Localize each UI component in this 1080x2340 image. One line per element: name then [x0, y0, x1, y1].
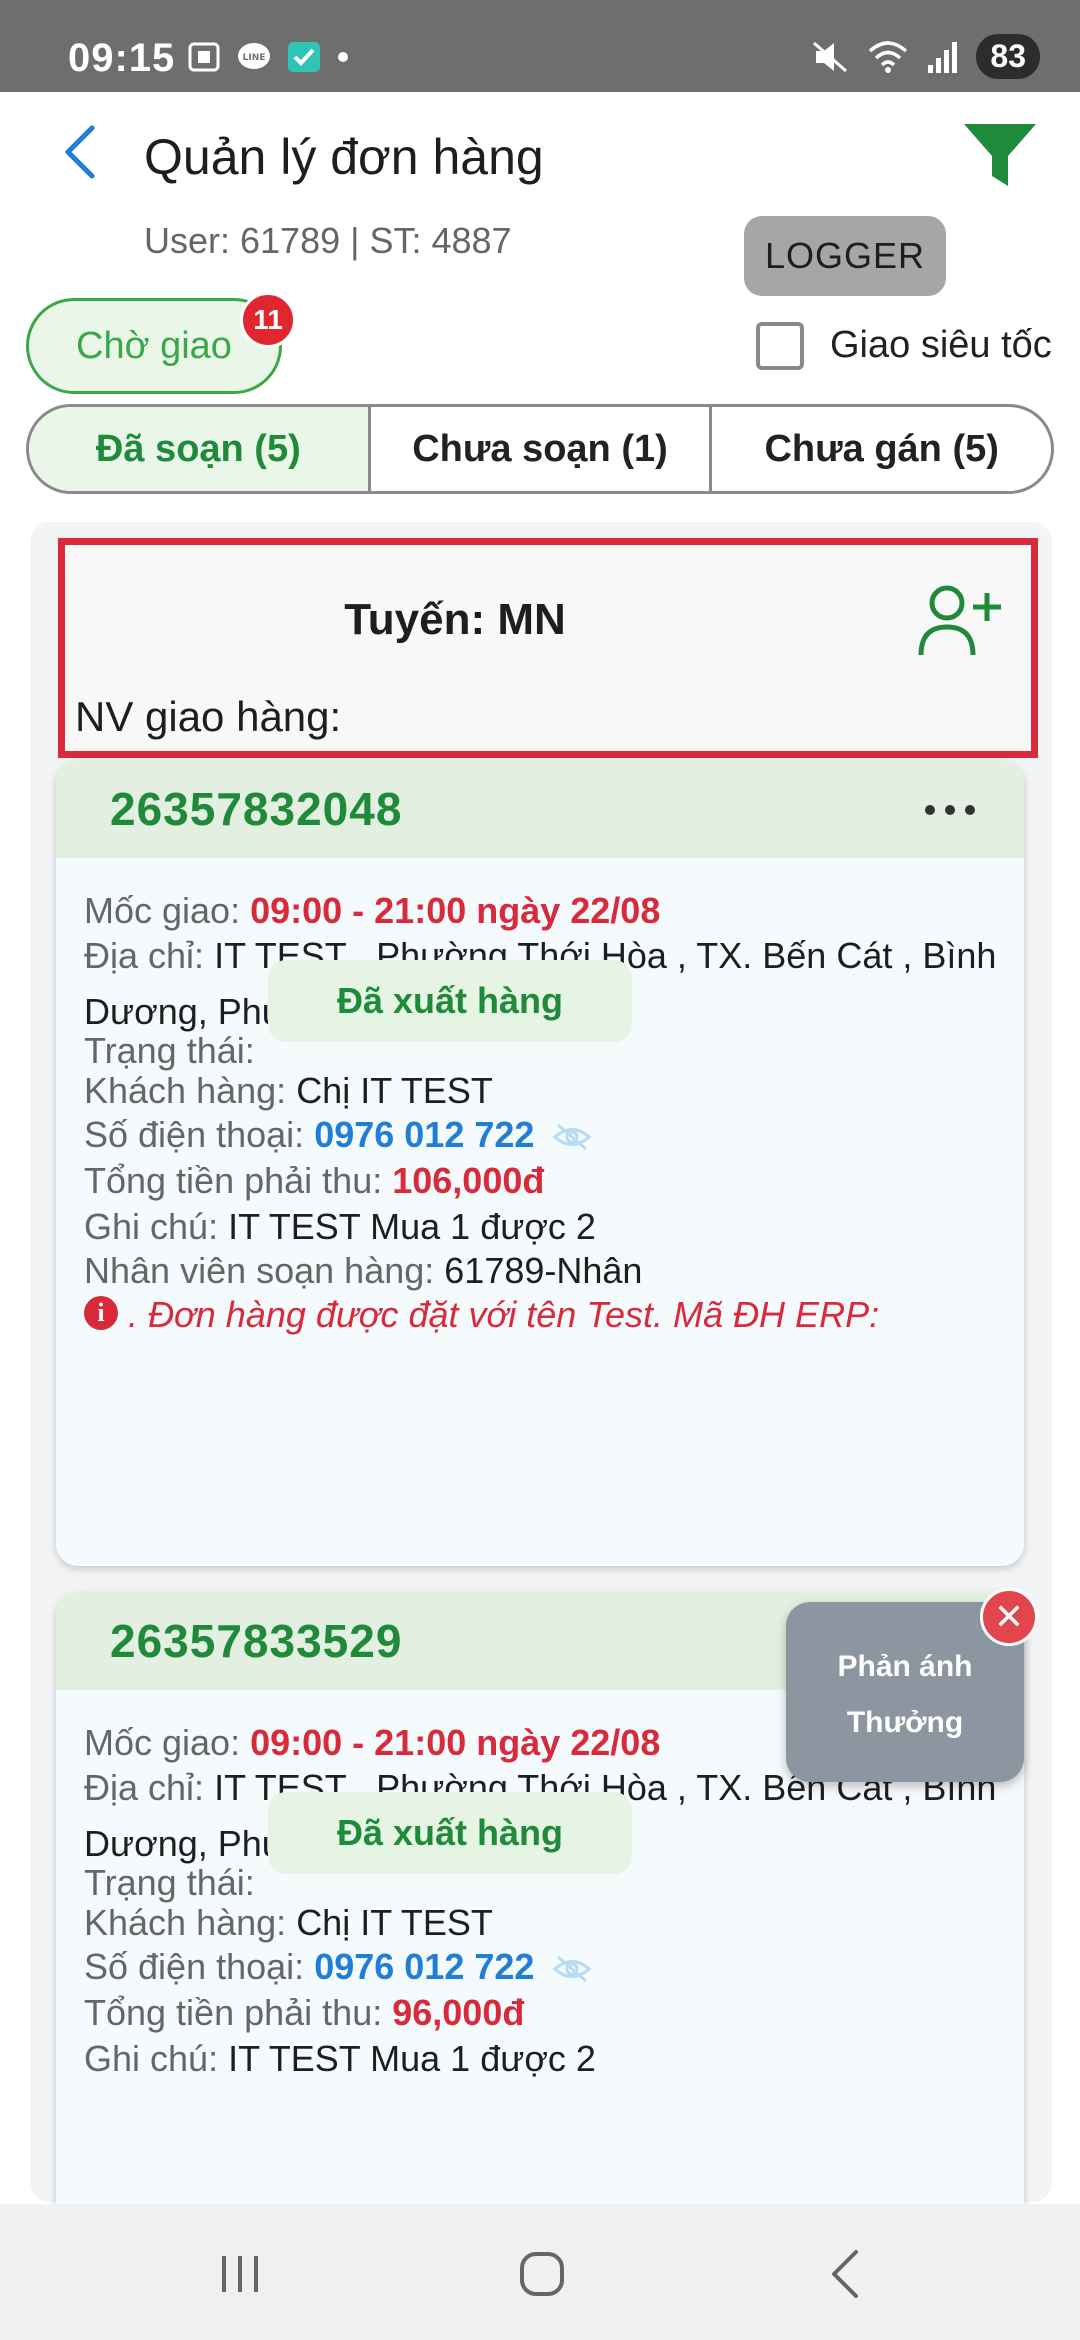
tab-chua-soan[interactable]: Chưa soạn (1) — [371, 407, 713, 491]
phone-number[interactable]: 0976 012 722 — [314, 1114, 534, 1155]
route-title: Tuyến: MN — [344, 595, 566, 644]
back-nav-icon[interactable] — [806, 2234, 886, 2314]
cho-giao-label: Chờ giao — [76, 324, 232, 367]
page-title: Quản lý đơn hàng — [144, 129, 544, 185]
tong-tien-value: 106,000đ — [392, 1160, 545, 1201]
ghi-chu-label: Ghi chú: — [84, 1206, 219, 1247]
status-badge: Đã xuất hàng — [268, 1792, 632, 1874]
cho-giao-count-badge: 11 — [240, 292, 296, 348]
order-card[interactable]: 26357832048 Mốc giao: 09:00 - 21:00 ngày… — [56, 760, 1024, 1566]
add-user-icon[interactable] — [915, 583, 1003, 661]
order-status-tabs: Đã soạn (5) Chưa soạn (1) Chưa gán (5) — [26, 404, 1054, 494]
order-id: 26357833529 — [110, 1615, 403, 1667]
trang-thai-label: Trạng thái: — [84, 1862, 255, 1903]
mute-icon — [813, 41, 848, 72]
more-options-icon[interactable] — [920, 790, 980, 830]
eye-off-icon[interactable] — [552, 1954, 592, 1984]
dot-icon — [338, 52, 348, 62]
trang-thai-label: Trạng thái: — [84, 1030, 255, 1071]
recent-apps-icon[interactable] — [200, 2234, 280, 2314]
moc-giao-label: Mốc giao: — [84, 1722, 241, 1763]
phone-number[interactable]: 0976 012 722 — [314, 1946, 534, 1987]
system-nav-bar — [0, 2204, 1080, 2340]
tong-tien-label: Tổng tiền phải thu: — [84, 1992, 383, 2033]
back-arrow-icon[interactable] — [56, 122, 106, 182]
ghi-chu-value: IT TEST Mua 1 được 2 — [228, 2038, 596, 2079]
moc-giao-value: 09:00 - 21:00 ngày 22/08 — [250, 1722, 661, 1763]
route-header: Tuyến: MN NV giao hàng: — [58, 538, 1038, 758]
khach-hang-value: Chị IT TEST — [296, 1902, 493, 1943]
battery-indicator: 83 — [976, 34, 1040, 79]
moc-giao-row: Mốc giao: 09:00 - 21:00 ngày 22/08 — [84, 890, 660, 932]
order-note: i . Đơn hàng được đặt với tên Test. Mã ĐH… — [84, 1294, 879, 1336]
tong-tien-value: 96,000đ — [392, 1992, 525, 2033]
giao-sieu-toc-label[interactable]: Giao siêu tốc — [830, 324, 1052, 367]
moc-giao-label: Mốc giao: — [84, 890, 241, 931]
order-card-header: 26357832048 — [56, 760, 1024, 858]
moc-giao-value: 09:00 - 21:00 ngày 22/08 — [250, 890, 661, 931]
nv-soan-hang-label: Nhân viên soạn hàng: — [84, 1250, 435, 1291]
status-notification-icons: LINE — [186, 40, 350, 74]
status-time: 09:15 — [68, 36, 176, 80]
so-dien-thoai-label: Số điện thoại: — [84, 1114, 305, 1155]
khach-hang-row: Khách hàng: Chị IT TEST — [84, 1902, 493, 1944]
so-dien-thoai-label: Số điện thoại: — [84, 1946, 305, 1987]
feedback-widget-line2: Thưởng — [846, 1706, 964, 1739]
so-dien-thoai-row: Số điện thoại: 0976 012 722 — [84, 1946, 592, 1988]
tab-da-soan[interactable]: Đã soạn (5) — [29, 407, 371, 491]
order-id: 26357832048 — [110, 783, 403, 835]
status-right-icons: 83 — [810, 34, 1040, 79]
moc-giao-row: Mốc giao: 09:00 - 21:00 ngày 22/08 — [84, 1722, 660, 1764]
task-app-icon — [288, 42, 320, 72]
home-icon[interactable] — [502, 2234, 582, 2314]
ghi-chu-row: Ghi chú: IT TEST Mua 1 được 2 — [84, 2038, 596, 2080]
giao-sieu-toc-checkbox[interactable] — [756, 322, 804, 370]
tong-tien-row: Tổng tiền phải thu: 96,000đ — [84, 1992, 524, 2034]
so-dien-thoai-row: Số điện thoại: 0976 012 722 — [84, 1114, 592, 1156]
tong-tien-row: Tổng tiền phải thu: 106,000đ — [84, 1160, 544, 1202]
wifi-icon — [869, 40, 908, 73]
logger-button[interactable]: LOGGER — [744, 216, 946, 296]
screenshot-icon — [188, 42, 220, 72]
ghi-chu-row: Ghi chú: IT TEST Mua 1 được 2 — [84, 1206, 596, 1248]
route-delivery-staff-label: NV giao hàng: — [75, 693, 342, 740]
eye-off-icon[interactable] — [552, 1122, 592, 1152]
signal-icon — [928, 41, 958, 73]
khach-hang-label: Khách hàng: — [84, 1902, 287, 1943]
khach-hang-value: Chị IT TEST — [296, 1070, 493, 1111]
status-bar: 09:15 LINE 83 — [0, 0, 1080, 92]
info-icon: i — [84, 1296, 118, 1330]
line-app-icon: LINE — [238, 43, 270, 69]
tong-tien-label: Tổng tiền phải thu: — [84, 1160, 383, 1201]
user-info: User: 61789 | ST: 4887 — [144, 220, 512, 261]
nv-soan-hang-value: 61789-Nhân — [444, 1250, 643, 1291]
svg-text:LINE: LINE — [243, 53, 266, 63]
close-icon[interactable]: ✕ — [980, 1588, 1038, 1646]
ghi-chu-label: Ghi chú: — [84, 2038, 219, 2079]
order-note-text: . Đơn hàng được đặt với tên Test. Mã ĐH … — [128, 1294, 880, 1335]
feedback-widget-line1: Phản ánh — [837, 1650, 973, 1683]
nv-soan-hang-row: Nhân viên soạn hàng: 61789-Nhân — [84, 1250, 642, 1292]
ghi-chu-value: IT TEST Mua 1 được 2 — [228, 1206, 596, 1247]
dia-chi-label: Địa chỉ: — [84, 935, 205, 976]
dia-chi-label: Địa chỉ: — [84, 1767, 205, 1808]
tab-chua-gan[interactable]: Chưa gán (5) — [712, 407, 1051, 491]
khach-hang-label: Khách hàng: — [84, 1070, 287, 1111]
khach-hang-row: Khách hàng: Chị IT TEST — [84, 1070, 493, 1112]
filter-icon[interactable] — [960, 120, 1040, 190]
status-badge: Đã xuất hàng — [268, 960, 632, 1042]
